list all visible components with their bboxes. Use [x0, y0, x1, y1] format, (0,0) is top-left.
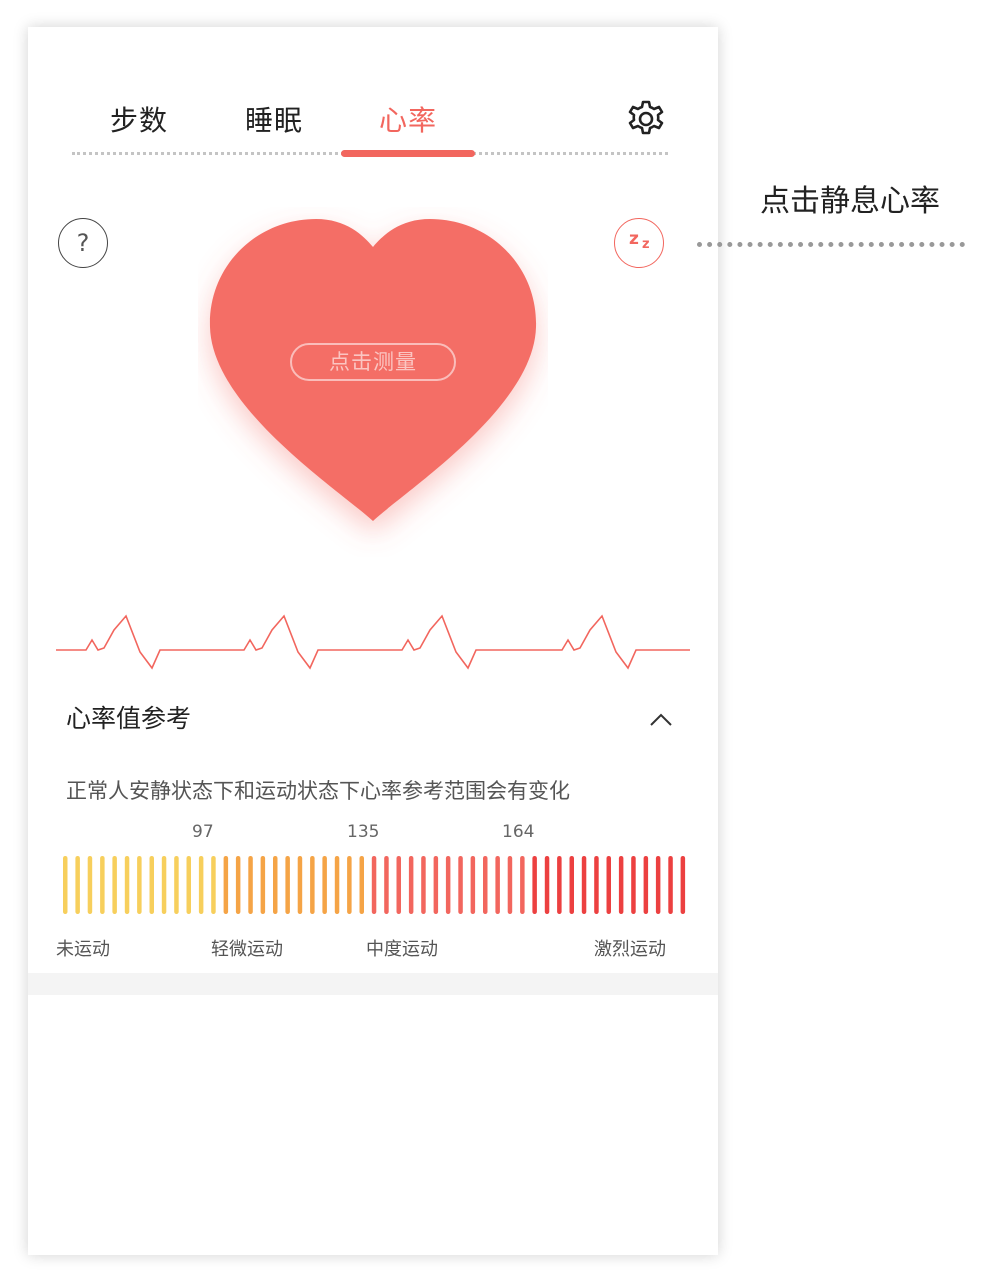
scale-bar	[408, 856, 414, 914]
level-none: 未运动	[56, 939, 110, 960]
threshold-97: 97	[192, 822, 214, 842]
section-divider	[28, 973, 718, 995]
scale-bar	[445, 856, 451, 914]
scale-bar	[544, 856, 550, 914]
threshold-135: 135	[347, 822, 380, 842]
measure-button[interactable]: 点击测量	[290, 343, 456, 381]
scale-bar	[322, 856, 327, 914]
scale-bar	[211, 856, 216, 914]
question-icon: ?	[76, 229, 90, 257]
scale-bar	[198, 856, 204, 914]
scale-bar	[310, 856, 315, 914]
scale-bar	[594, 856, 599, 914]
scale-bar	[174, 856, 179, 914]
scale-bar	[569, 856, 574, 914]
scale-bar	[137, 856, 142, 914]
scale-bar	[260, 856, 266, 914]
scale-bar	[557, 856, 562, 914]
heart-icon[interactable]	[198, 207, 548, 557]
scale-bar	[100, 856, 105, 914]
scale-bar	[532, 856, 537, 914]
scale-bar	[433, 856, 439, 914]
scale-bar	[421, 856, 426, 914]
scale-bar	[223, 856, 229, 914]
scale-bar	[235, 856, 241, 914]
gear-icon[interactable]	[624, 97, 668, 141]
scale-bar	[606, 856, 611, 914]
chevron-up-icon[interactable]	[648, 707, 674, 733]
annotation-pointer	[697, 242, 965, 247]
scale-bar	[149, 856, 154, 914]
phone-screen: 步数 睡眠 心率 ? z z 点击测量 心率值参考 正常人安静状态下和运动状态下…	[28, 27, 718, 1255]
scale-bar	[643, 856, 649, 914]
scale-bar	[347, 856, 352, 914]
scale-bar	[581, 856, 587, 914]
heart-rate-scale	[63, 856, 686, 914]
scale-bar	[112, 856, 117, 914]
scale-bar	[631, 856, 636, 914]
scale-bar	[334, 856, 340, 914]
scale-bar	[124, 856, 130, 914]
reference-title: 心率值参考	[66, 704, 192, 733]
tab-heart-rate[interactable]: 心率	[379, 99, 437, 139]
scale-bar	[87, 856, 93, 914]
scale-bar	[297, 856, 303, 914]
scale-bar	[273, 856, 278, 914]
tab-steps[interactable]: 步数	[110, 99, 168, 139]
scale-bar	[495, 856, 500, 914]
level-intense: 激烈运动	[594, 939, 666, 960]
threshold-164: 164	[502, 822, 535, 842]
scale-bar	[655, 856, 661, 914]
scale-bar	[396, 856, 401, 914]
scale-bar	[63, 856, 68, 914]
resting-heart-rate-button[interactable]: z z	[614, 218, 664, 268]
level-moderate: 中度运动	[366, 939, 438, 960]
scale-bar	[680, 856, 686, 914]
scale-bar	[470, 856, 476, 914]
tab-bar: 步数 睡眠 心率	[28, 27, 718, 187]
scale-bar	[483, 856, 488, 914]
scale-bar	[359, 856, 364, 914]
scale-bar	[161, 856, 167, 914]
scale-bar	[668, 856, 673, 914]
tab-sleep[interactable]: 睡眠	[245, 99, 303, 139]
sleep-z-small: z	[642, 237, 650, 252]
scale-bar	[75, 856, 80, 914]
scale-bar	[371, 856, 377, 914]
scale-bar	[520, 856, 525, 914]
scale-bar	[458, 856, 463, 914]
scale-bar	[507, 856, 513, 914]
annotation-label: 点击静息心率	[760, 184, 940, 219]
scale-bar	[618, 856, 624, 914]
active-tab-indicator	[341, 150, 475, 157]
level-light: 轻微运动	[211, 939, 283, 960]
scale-bar	[248, 856, 253, 914]
scale-bar	[384, 856, 389, 914]
help-button[interactable]: ?	[58, 218, 108, 268]
scale-bar	[186, 856, 191, 914]
reference-description: 正常人安静状态下和运动状态下心率参考范围会有变化	[66, 779, 570, 803]
scale-bar	[285, 856, 290, 914]
ecg-waveform	[56, 614, 690, 670]
sleep-z-large: z	[629, 229, 639, 249]
